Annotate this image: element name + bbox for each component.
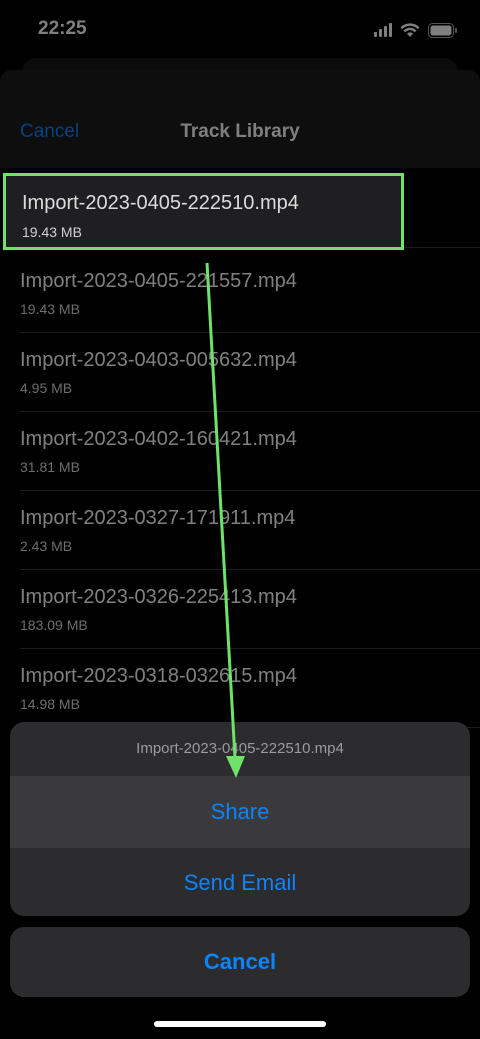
action-sheet-title: Import-2023-0405-222510.mp4 [136,740,344,757]
selected-file-size: 19.43 MB [22,224,82,240]
selected-file-name: Import-2023-0405-222510.mp4 [22,192,299,214]
home-indicator[interactable] [154,1021,326,1027]
selected-file-highlight[interactable]: Import-2023-0405-222510.mp4 19.43 MB [3,173,404,250]
send-email-button[interactable]: Send Email [10,847,470,916]
action-sheet-cancel-button[interactable]: Cancel [10,927,470,997]
action-sheet: Import-2023-0405-222510.mp4 Share Send E… [10,722,470,916]
share-button[interactable]: Share [10,776,470,847]
